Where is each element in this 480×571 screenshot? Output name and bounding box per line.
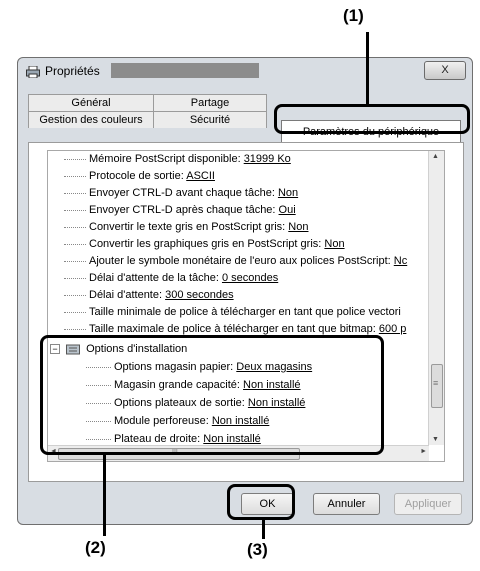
callout-3-line — [262, 517, 265, 539]
tree-row-value[interactable]: Nc — [394, 255, 407, 267]
cancel-button[interactable]: Annuler — [313, 493, 380, 515]
tree-row[interactable]: Convertir le texte gris en PostScript gr… — [48, 219, 308, 235]
close-button[interactable]: X — [424, 61, 466, 80]
highlight-device-settings-tab — [274, 104, 470, 134]
tree-row[interactable]: Ajouter le symbole monétaire de l'euro a… — [48, 253, 407, 269]
tree-row-value[interactable]: 0 secondes — [222, 272, 278, 284]
highlight-ok-button — [227, 484, 295, 520]
tree-row[interactable]: Délai d'attente de la tâche: 0 secondes — [48, 270, 278, 286]
tree-row-value[interactable]: 31999 Ko — [244, 153, 291, 165]
grip-icon: ≡ — [433, 378, 439, 388]
tree-row[interactable]: Envoyer CTRL-D après chaque tâche: Oui — [48, 202, 296, 218]
callout-1-line — [366, 32, 369, 105]
highlight-installation-options — [40, 335, 384, 455]
callout-2: (2) — [85, 538, 106, 557]
redacted-printer-name — [111, 63, 259, 78]
tab-general[interactable]: Général — [28, 94, 154, 111]
printer-icon — [26, 66, 40, 78]
tree-row-label: Taille minimale de police à télécharger … — [89, 306, 401, 318]
tree-row-label: Convertir les graphiques gris en PostScr… — [89, 238, 325, 250]
tree-row-value[interactable]: Non — [288, 221, 308, 233]
tab-gestion-couleurs[interactable]: Gestion des couleurs — [28, 111, 154, 128]
vertical-scroll-thumb[interactable]: ≡ — [431, 364, 443, 408]
tree-row-label: Protocole de sortie: — [89, 170, 187, 182]
tree-row-label: Envoyer CTRL-D après chaque tâche: — [89, 204, 279, 216]
tree-row[interactable]: Taille minimale de police à télécharger … — [48, 304, 401, 320]
window-title: Propriétés — [45, 64, 100, 78]
tree-row-label: Taille maximale de police à télécharger … — [89, 323, 379, 335]
tree-row[interactable]: Protocole de sortie: ASCII — [48, 168, 215, 184]
tree-row-value[interactable]: 600 p — [379, 323, 407, 335]
tree-row[interactable]: Mémoire PostScript disponible: 31999 Ko — [48, 151, 291, 167]
tab-partage[interactable]: Partage — [153, 94, 267, 111]
tree-row-value[interactable]: ASCII — [186, 170, 215, 182]
tree-row-value[interactable]: Non — [278, 187, 298, 199]
tree-row-label: Envoyer CTRL-D avant chaque tâche: — [89, 187, 278, 199]
tree-row-label: Délai d'attente: — [89, 289, 166, 301]
apply-button[interactable]: Appliquer — [394, 493, 462, 515]
tree-row-label: Délai d'attente de la tâche: — [89, 272, 222, 284]
scroll-down-icon[interactable]: ▼ — [432, 436, 439, 443]
tree-row-value[interactable]: 300 secondes — [165, 289, 234, 301]
tree-row-value[interactable]: Non — [324, 238, 344, 250]
tree-row-value[interactable]: Oui — [279, 204, 296, 216]
title-bar: Propriétés X — [18, 58, 472, 88]
tree-row[interactable]: Convertir les graphiques gris en PostScr… — [48, 236, 345, 252]
vertical-scrollbar[interactable]: ▲ ≡ ▼ — [428, 151, 444, 445]
scroll-up-icon[interactable]: ▲ — [432, 153, 439, 160]
tree-row[interactable]: Délai d'attente: 300 secondes — [48, 287, 234, 303]
tree-row-label: Mémoire PostScript disponible: — [89, 153, 244, 165]
tab-securite[interactable]: Sécurité — [153, 111, 267, 128]
callout-1: (1) — [343, 6, 364, 25]
tree-row[interactable]: Envoyer CTRL-D avant chaque tâche: Non — [48, 185, 298, 201]
callout-2-line — [103, 452, 106, 536]
tree-row-label: Ajouter le symbole monétaire de l'euro a… — [89, 255, 394, 267]
scroll-right-icon[interactable]: ► — [420, 448, 427, 455]
tree-row-label: Convertir le texte gris en PostScript gr… — [89, 221, 289, 233]
callout-3: (3) — [247, 540, 268, 559]
